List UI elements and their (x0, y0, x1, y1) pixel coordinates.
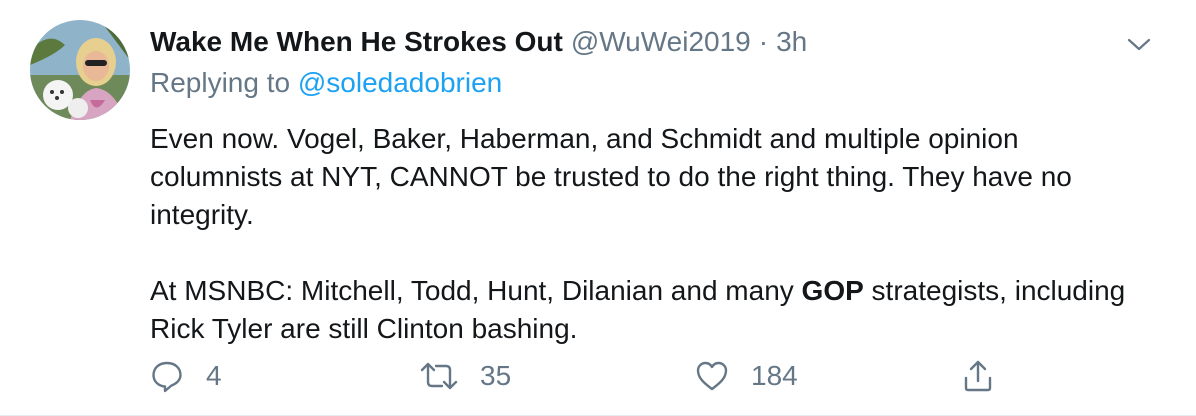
tweet-paragraph-1: Even now. Vogel, Baker, Haberman, and Sc… (150, 123, 1072, 230)
replying-to: Replying to @soledadobrien (150, 64, 1156, 102)
like-button[interactable]: 184 (695, 354, 798, 398)
tweet-content: Wake Me When He Strokes Out @WuWei2019 ·… (150, 22, 1156, 348)
retweet-icon (420, 361, 458, 391)
tweet-paragraph-2: At MSNBC: Mitchell, Todd, Hunt, Dilanian… (150, 272, 1156, 348)
reply-icon (150, 359, 184, 393)
bold-text: GOP (801, 275, 864, 306)
chevron-down-icon[interactable] (1122, 30, 1156, 60)
mention-link[interactable]: @soledadobrien (298, 67, 502, 98)
separator-dot: · (758, 26, 769, 57)
retweet-button[interactable]: 35 (420, 354, 511, 398)
timestamp[interactable]: 3h (776, 22, 807, 62)
reply-count: 4 (206, 360, 222, 391)
share-button[interactable] (962, 354, 994, 398)
action-bar: 4 35 184 (150, 354, 1160, 398)
reply-button[interactable]: 4 (150, 354, 222, 398)
avatar-image (30, 20, 130, 120)
retweet-count: 35 (480, 360, 512, 391)
tweet-header: Wake Me When He Strokes Out @WuWei2019 ·… (150, 22, 1156, 62)
tweet-text: Even now. Vogel, Baker, Haberman, and Sc… (150, 120, 1156, 348)
user-handle[interactable]: @WuWei2019 (571, 22, 751, 62)
tweet-paragraph-2-start: At MSNBC: Mitchell, Todd, Hunt, Dilanian… (150, 275, 802, 306)
replying-to-label: Replying to (150, 67, 291, 98)
display-name[interactable]: Wake Me When He Strokes Out (150, 22, 563, 62)
share-icon (962, 359, 994, 393)
tweet[interactable]: Wake Me When He Strokes Out @WuWei2019 ·… (0, 0, 1196, 416)
avatar[interactable] (30, 20, 130, 120)
like-count: 184 (751, 360, 798, 391)
heart-icon (695, 360, 729, 392)
